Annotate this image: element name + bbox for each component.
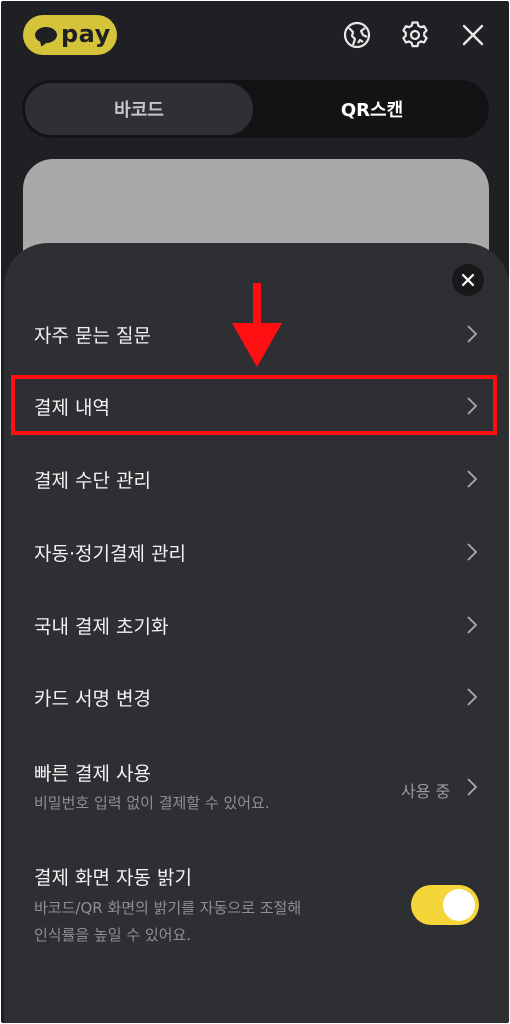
chevron-right-icon	[466, 688, 478, 706]
menu-item-label: 카드 서명 변경	[34, 688, 151, 710]
highlight-box	[11, 375, 497, 435]
toggle-knob	[443, 889, 475, 921]
menu-item-description-line2: 인식률을 높일 수 있어요.	[34, 926, 192, 944]
auto-brightness-toggle[interactable]	[411, 885, 479, 925]
menu-item-auto-payment[interactable]: 자동·정기결제 관리	[4, 525, 509, 581]
speech-bubble-icon	[35, 27, 57, 43]
logo-text: pay	[61, 20, 111, 48]
menu-item-description: 비밀번호 입력 없이 결제할 수 있어요.	[34, 794, 270, 812]
menu-item-domestic-reset[interactable]: 국내 결제 초기화	[4, 598, 509, 654]
menu-item-payment-methods[interactable]: 결제 수단 관리	[4, 452, 509, 508]
segmented-tabs: 바코드 QR스캔	[22, 80, 489, 138]
menu-item-label: 국내 결제 초기화	[34, 616, 169, 638]
menu-item-label: 결제 화면 자동 밝기	[34, 867, 192, 889]
menu-item-description-line1: 바코드/QR 화면의 밝기를 자동으로 조절해	[34, 899, 302, 917]
close-icon[interactable]	[457, 19, 489, 51]
gear-icon[interactable]	[399, 19, 431, 51]
chevron-right-icon	[466, 543, 478, 561]
menu-item-card-signature[interactable]: 카드 서명 변경	[4, 670, 509, 726]
globe-icon[interactable]	[341, 19, 373, 51]
menu-item-label: 자주 묻는 질문	[34, 325, 151, 347]
arrow-down-icon	[229, 283, 285, 369]
chevron-right-icon	[466, 470, 478, 488]
menu-item-quick-pay[interactable]: 빠른 결제 사용 비밀번호 입력 없이 결제할 수 있어요. 사용 중	[4, 749, 509, 825]
chevron-right-icon	[466, 778, 478, 796]
chevron-right-icon	[466, 616, 478, 634]
app-screen: pay 바코드 QR스캔 자주 묻는 질문 결제 내역 결제 수단 관리 자동·…	[1, 1, 509, 1023]
kakaopay-logo: pay	[23, 15, 117, 55]
menu-item-label: 자동·정기결제 관리	[34, 543, 186, 565]
tab-barcode[interactable]: 바코드	[25, 83, 253, 135]
chevron-right-icon	[466, 325, 478, 343]
tab-qr-scan[interactable]: QR스캔	[258, 83, 486, 135]
sheet-close-button[interactable]	[452, 264, 484, 296]
quick-pay-status: 사용 중	[401, 782, 451, 801]
close-icon	[461, 273, 475, 287]
menu-item-label: 결제 수단 관리	[34, 470, 151, 492]
menu-item-label: 빠른 결제 사용	[34, 763, 151, 785]
